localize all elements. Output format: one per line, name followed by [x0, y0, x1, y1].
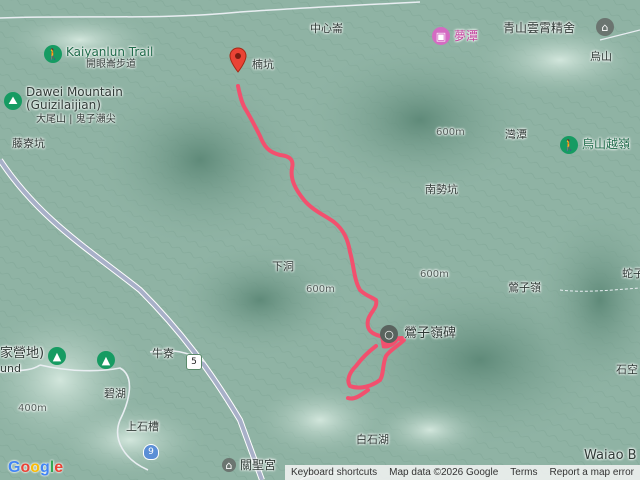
map-data-attribution: Map data ©2026 Google [389, 467, 499, 478]
baishihu-label: 白石湖 [356, 433, 389, 446]
kaiyanlun-zh-label: 開眼崙步道 [86, 59, 136, 70]
map-footer: Keyboard shortcuts Map data ©2026 Google… [284, 465, 640, 480]
route-5-shield: 5 [186, 354, 202, 370]
start-label: 楠坑 [252, 58, 274, 71]
waiao-label[interactable]: Waiao B [584, 449, 637, 462]
landmark-icon[interactable]: ○ [380, 325, 398, 343]
xiadong-label: 下洞 [272, 260, 294, 273]
terrain-map[interactable] [0, 0, 640, 480]
contour-label: 600m [420, 269, 449, 280]
report-map-error-link[interactable]: Report a map error [544, 467, 640, 478]
tengliaokeng-label: 藤寮坑 [12, 137, 45, 150]
yingziling-stele-label[interactable]: 鶯子嶺碑 [404, 327, 456, 340]
niuliao-label: 牛寮 [152, 347, 174, 360]
camera-icon[interactable]: ▣ [432, 27, 450, 45]
camping-icon[interactable]: ▲ [48, 347, 66, 365]
yingziling-label: 鶯子嶺 [508, 281, 541, 294]
temple-icon[interactable]: ⌂ [222, 458, 236, 472]
campsite-und-label: und [0, 362, 21, 375]
contour-label: 400m [18, 403, 47, 414]
dawei-zh-label: 大尾山 | 鬼子瀨尖 [36, 114, 116, 125]
logo-letter: o [30, 459, 41, 476]
logo-letter: G [8, 459, 21, 476]
mengtan-label[interactable]: 夢潭 [454, 30, 478, 43]
camping-icon[interactable]: ▲ [97, 351, 115, 369]
wushan-label: 烏山 [590, 50, 612, 63]
guanshenggong-label[interactable]: 關聖宮 [240, 459, 276, 472]
campsite-label[interactable]: 家營地) [0, 347, 44, 360]
shangshicao-label: 上石槽 [126, 420, 159, 433]
logo-letter: g [40, 459, 50, 476]
shikong-label: 石空 [616, 363, 638, 376]
zhongxinlun-label: 中心崙 [310, 22, 343, 35]
wantan-label: 灣潭 [505, 128, 527, 141]
guizilaijian-label: (Guizilaijian) [26, 98, 101, 112]
google-logo: Google [8, 459, 63, 477]
summit-icon[interactable]: ⛰ [4, 92, 22, 110]
contour-label: 600m [306, 284, 335, 295]
temple-icon[interactable]: ⌂ [596, 18, 614, 36]
nanshikeng-label: 南勢坑 [425, 183, 458, 196]
bihu-label: 碧湖 [104, 387, 126, 400]
logo-letter: e [54, 459, 64, 476]
hiking-icon[interactable]: 🚶 [560, 136, 578, 154]
contour-label: 600m [436, 127, 465, 138]
terms-link[interactable]: Terms [504, 467, 543, 478]
qingshan-label[interactable]: 青山雲霄精舍 [503, 22, 575, 35]
keyboard-shortcuts-link[interactable]: Keyboard shortcuts [285, 467, 383, 478]
shekong-label: 蛇子 [622, 267, 640, 280]
wushanyue-label[interactable]: 烏山越嶺 [582, 138, 630, 151]
route-9-shield: 9 [143, 444, 159, 460]
hiking-icon[interactable]: 🚶 [44, 45, 62, 63]
logo-letter: o [20, 459, 31, 476]
